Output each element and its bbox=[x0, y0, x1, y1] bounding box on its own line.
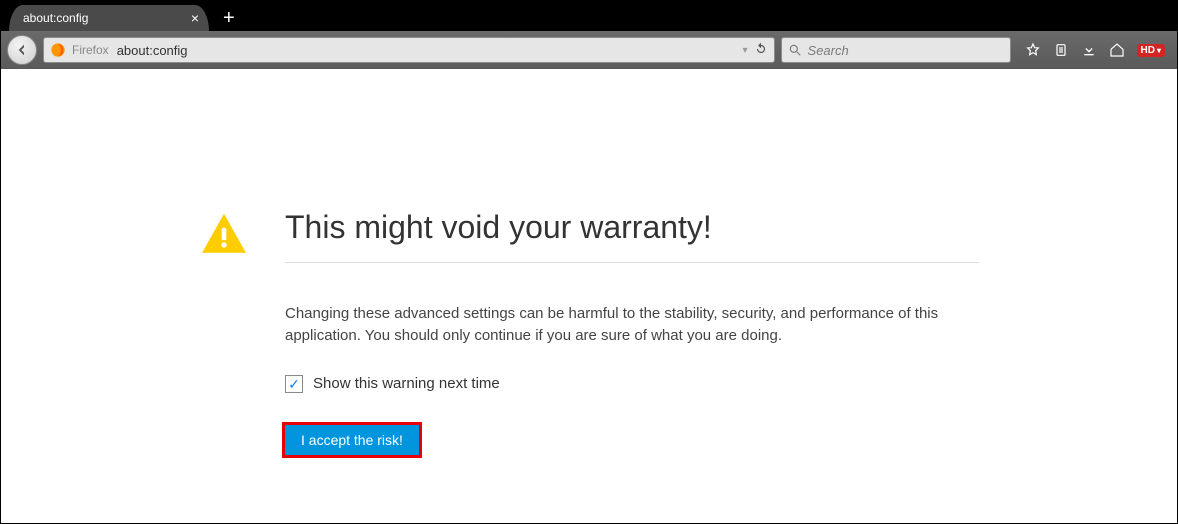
arrow-left-icon bbox=[14, 42, 30, 58]
show-warning-checkbox-row: ✓ Show this warning next time bbox=[285, 375, 979, 393]
firefox-icon bbox=[50, 42, 66, 58]
reload-icon bbox=[754, 42, 768, 56]
back-button[interactable] bbox=[7, 35, 37, 65]
clipboard-icon bbox=[1053, 42, 1069, 58]
warning-title: This might void your warranty! bbox=[285, 209, 979, 263]
new-tab-button[interactable]: + bbox=[223, 5, 235, 31]
warning-panel: This might void your warranty! Changing … bbox=[199, 209, 979, 523]
identity-label: Firefox bbox=[72, 43, 109, 57]
hd-badge[interactable]: HD bbox=[1137, 44, 1165, 57]
search-placeholder: Search bbox=[808, 43, 849, 58]
search-icon bbox=[788, 43, 802, 57]
bookmark-star-button[interactable] bbox=[1025, 42, 1041, 58]
url-bar[interactable]: Firefox about:config ▾ bbox=[43, 37, 775, 63]
content-viewport: This might void your warranty! Changing … bbox=[1, 69, 1177, 523]
warning-text: Changing these advanced settings can be … bbox=[285, 303, 979, 347]
download-icon bbox=[1081, 42, 1097, 58]
close-icon[interactable]: × bbox=[191, 10, 199, 26]
tab-strip: about:config × + bbox=[1, 1, 1177, 31]
star-icon bbox=[1025, 42, 1041, 58]
show-warning-checkbox[interactable]: ✓ bbox=[285, 375, 303, 393]
dropdown-icon[interactable]: ▾ bbox=[743, 45, 748, 56]
tab-title: about:config bbox=[23, 11, 183, 25]
warning-icon bbox=[199, 209, 249, 264]
hd-badge-label: HD bbox=[1141, 45, 1155, 56]
search-bar[interactable]: Search bbox=[781, 37, 1011, 63]
downloads-button[interactable] bbox=[1081, 42, 1097, 58]
show-warning-label: Show this warning next time bbox=[313, 375, 500, 392]
navigation-toolbar: Firefox about:config ▾ Search HD bbox=[1, 31, 1177, 69]
home-button[interactable] bbox=[1109, 42, 1125, 58]
toolbar-icons: HD bbox=[1017, 42, 1171, 58]
home-icon bbox=[1109, 42, 1125, 58]
url-text: about:config bbox=[117, 43, 188, 58]
reload-button[interactable] bbox=[754, 42, 768, 59]
accept-risk-button[interactable]: I accept the risk! bbox=[285, 425, 419, 455]
reading-list-button[interactable] bbox=[1053, 42, 1069, 58]
tab-about-config[interactable]: about:config × bbox=[9, 5, 209, 31]
